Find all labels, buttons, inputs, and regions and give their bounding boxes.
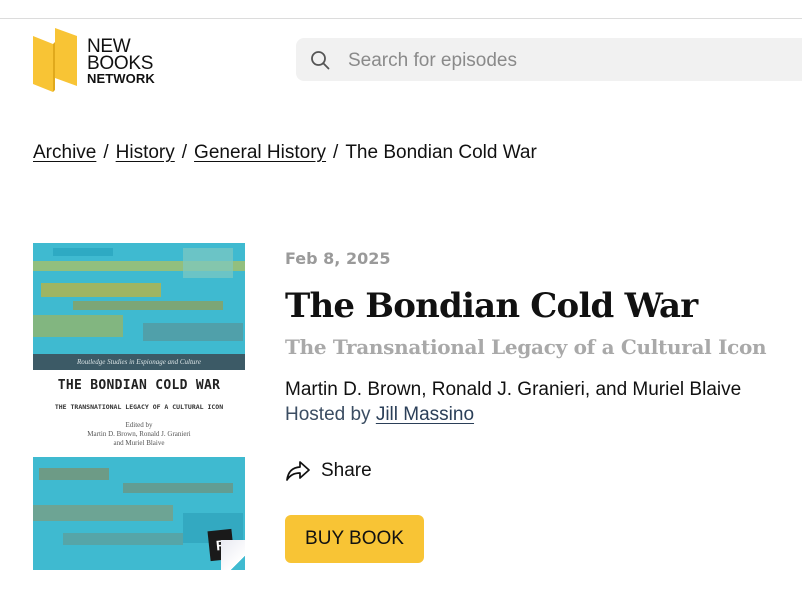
- hosted-by-label: Hosted by: [285, 404, 371, 425]
- header-divider: [0, 18, 802, 19]
- share-icon: [286, 461, 310, 481]
- hosted-by: Hosted by Jill Massino: [285, 404, 474, 426]
- page-curl: [221, 540, 245, 570]
- share-label: Share: [321, 460, 372, 481]
- episode-title: The Bondian Cold War: [285, 286, 698, 326]
- breadcrumb: Archive / History / General History / The Bond…: [33, 142, 537, 164]
- search-icon[interactable]: [310, 50, 330, 70]
- breadcrumb-separator: /: [181, 142, 188, 163]
- new-books-network-logo[interactable]: NEW BOOKS NETWORK: [33, 26, 173, 94]
- cover-series-band: Routledge Studies in Espionage and Cultu…: [33, 354, 245, 370]
- breadcrumb-general-history[interactable]: General History: [194, 142, 326, 163]
- breadcrumb-history[interactable]: History: [116, 142, 175, 163]
- search-input[interactable]: [346, 46, 790, 75]
- breadcrumb-separator: /: [103, 142, 109, 163]
- search-bar[interactable]: [296, 38, 802, 81]
- breadcrumb-archive[interactable]: Archive: [33, 142, 96, 163]
- book-logo-icon: [33, 28, 77, 92]
- share-button[interactable]: Share: [285, 458, 372, 484]
- logo-text-new: NEW: [87, 36, 131, 57]
- buy-book-button[interactable]: BUY BOOK: [285, 515, 424, 563]
- breadcrumb-separator: /: [333, 142, 339, 163]
- logo-text-network: NETWORK: [87, 71, 155, 86]
- logo-text-books: BOOKS: [87, 53, 154, 74]
- host-link[interactable]: Jill Massino: [376, 404, 474, 425]
- episode-date: Feb 8, 2025: [285, 249, 391, 268]
- book-cover: Routledge Studies in Espionage and Cultu…: [33, 243, 245, 570]
- episode-subtitle: The Transnational Legacy of a Cultural I…: [285, 335, 767, 359]
- cover-subtitle: THE TRANSNATIONAL LEGACY OF A CULTURAL I…: [54, 403, 224, 411]
- book-authors: Martin D. Brown, Ronald J. Granieri, and…: [285, 379, 742, 400]
- cover-editors: Edited by Martin D. Brown, Ronald J. Gra…: [87, 421, 191, 447]
- breadcrumb-current: The Bondian Cold War: [345, 142, 537, 163]
- cover-title: THE BONDIAN COLD WAR: [57, 378, 221, 393]
